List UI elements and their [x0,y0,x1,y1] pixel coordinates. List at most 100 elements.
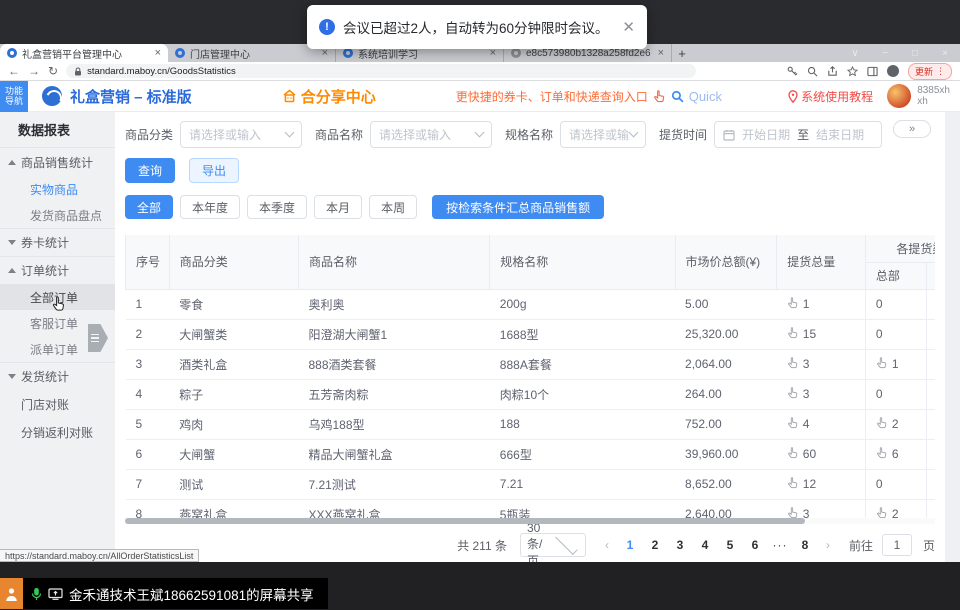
page-ellipsis: ··· [770,538,790,552]
next-page-icon[interactable]: › [820,538,836,552]
cell-seq: 1 [126,289,170,319]
column-header-1: 序号 [126,235,170,289]
page-number-6[interactable]: 6 [745,538,765,552]
cell-store-count: 0 [926,319,935,349]
browser-tab-1[interactable]: 礼盒营销平台管理中心× [0,44,168,62]
tutorial-link[interactable]: 系统使用教程 [788,88,873,105]
cell-pickup-total: 1 [777,289,866,319]
user-avatar[interactable] [887,84,911,108]
cell-spec: 1688型 [490,319,675,349]
cell-hq-count: 0 [865,469,926,499]
quick-tab-5[interactable]: 本周 [369,195,417,219]
page-size-select[interactable]: 30条/页 [520,533,586,557]
profile-chevron-icon[interactable]: ∨ [840,48,870,59]
cell-hq-count: 0 [865,379,926,409]
sidebar-item-label: 发货商品盘点 [30,207,102,224]
zoom-icon[interactable] [807,66,818,77]
page-number-1[interactable]: 1 [620,538,640,552]
key-icon[interactable] [787,66,798,77]
url-text: standard.maboy.cn/GoodsStatistics [87,66,236,77]
function-nav-toggle[interactable]: 功能 导航 [0,81,28,112]
sidebar-item-10[interactable]: 门店对账 [0,390,115,418]
pointer-hand-icon [653,90,666,103]
cell-pickup-total: 3 [777,349,866,379]
address-bar[interactable]: standard.maboy.cn/GoodsStatistics [66,64,696,78]
sidebar-item-2[interactable]: 实物商品 [0,176,115,202]
cell-category: 酒类礼盒 [169,349,298,379]
sidebar-item-11[interactable]: 分销返利对账 [0,418,115,446]
scrollbar-thumb[interactable] [125,518,805,524]
toast-message: 会议已超过2人，自动转为60分钟限时会议。 [343,17,609,37]
quick-tab-4[interactable]: 本月 [314,195,362,219]
quick-tab-3[interactable]: 本季度 [247,195,307,219]
quick-entry-link[interactable]: 更快捷的券卡、订单和快递查询入口 Quick [456,88,722,105]
table-row: 4粽子五芳斋肉粽肉粽10个264.00300 [126,379,936,409]
brand-logo [42,86,62,106]
share-icon[interactable] [827,66,838,77]
side-panel-icon[interactable] [867,66,878,77]
cell-hq-count: 1 [865,349,926,379]
sidebar-item-1[interactable]: 商品销售统计 [0,148,115,176]
cell-category: 零食 [169,289,298,319]
pagination-total: 共 211 条 [457,537,507,554]
query-button[interactable]: 查询 [125,158,175,183]
toast-close-icon[interactable]: ✕ [614,18,635,36]
filter-expand-button[interactable]: » [893,120,931,138]
export-button[interactable]: 导出 [189,158,239,183]
sidebar-item-5[interactable]: 订单统计 [0,256,115,284]
screen-share-icon [48,588,63,600]
share-center-icon [282,89,297,103]
cell-spec: 666型 [490,439,675,469]
chrome-update-button[interactable]: 更新 ⋮ [908,63,952,80]
page-number-2[interactable]: 2 [645,538,665,552]
table-row: 6大闸蟹精品大闸蟹礼盒666型39,960.006060 [126,439,936,469]
filter-select-2[interactable]: 请选择或输入 [370,121,492,148]
quick-entry-label: 更快捷的券卡、订单和快递查询入口 [456,88,648,105]
maximize-icon[interactable]: □ [900,48,930,59]
tab-close-icon[interactable]: × [658,47,664,59]
cell-spec: 188 [490,409,675,439]
minimize-icon[interactable]: − [870,48,900,59]
back-icon[interactable]: ← [8,65,20,77]
horizontal-scrollbar[interactable] [125,518,935,524]
share-pill: 金禾通技术王斌18662591081的屏幕共享 [23,578,328,609]
page-number-4[interactable]: 4 [695,538,715,552]
cell-seq: 2 [126,319,170,349]
page-number-8[interactable]: 8 [795,538,815,552]
forward-icon[interactable]: → [28,65,40,77]
page-number-3[interactable]: 3 [670,538,690,552]
page-number-5[interactable]: 5 [720,538,740,552]
chevron-down-icon [475,128,485,138]
sidebar-item-9[interactable]: 发货统计 [0,362,115,390]
main-panel: » 商品分类请选择或输入商品名称请选择或输入规格名称请选择或输入提货时间开始日期… [115,112,945,562]
bookmark-star-icon[interactable] [847,66,858,77]
cell-name: 奥利奥 [298,289,489,319]
reload-icon[interactable]: ↻ [48,65,58,77]
quick-tab-2[interactable]: 本年度 [180,195,240,219]
share-center-link[interactable]: 合分享中心 [282,86,376,107]
summary-button[interactable]: 按检索条件汇总商品销售额 [432,195,604,219]
close-window-icon[interactable]: × [930,48,960,59]
cell-store-count: 0 [926,439,935,469]
sidebar-item-label: 发货统计 [21,368,69,385]
prev-page-icon[interactable]: ‹ [599,538,615,552]
sidebar: 数据报表 商品销售统计实物商品发货商品盘点券卡统计订单统计全部订单客服订单派单订… [0,112,115,562]
filter-select-3[interactable]: 请选择或输入 [560,121,646,148]
date-range-picker[interactable]: 开始日期至结束日期 [714,121,882,148]
tab-title: 门店管理中心 [190,46,318,61]
browser-status-tooltip: https://standard.maboy.cn/AllOrderStatis… [0,549,199,562]
sidebar-item-3[interactable]: 发货商品盘点 [0,202,115,228]
data-table: 序号商品分类商品名称规格名称市场价总额(¥)提货总量各提货渠道总部门店1零食奥利… [125,235,935,524]
site-favicon [175,48,185,58]
goto-unit: 页 [923,537,935,554]
quick-tab-1[interactable]: 全部 [125,195,173,219]
new-tab-button[interactable]: + [672,44,692,62]
sidebar-item-6[interactable]: 全部订单 [0,284,115,310]
filter-select-1[interactable]: 请选择或输入 [180,121,302,148]
sidebar-item-4[interactable]: 券卡统计 [0,228,115,256]
tab-close-icon[interactable]: × [155,47,161,59]
kebab-menu-icon[interactable]: ⋮ [936,66,945,77]
browser-profile-avatar[interactable] [887,65,899,77]
app-header: 功能 导航 礼盒营销 – 标准版 合分享中心 更快捷的券卡、订单和快递查询入口 … [0,81,960,112]
goto-page-input[interactable] [882,534,912,556]
